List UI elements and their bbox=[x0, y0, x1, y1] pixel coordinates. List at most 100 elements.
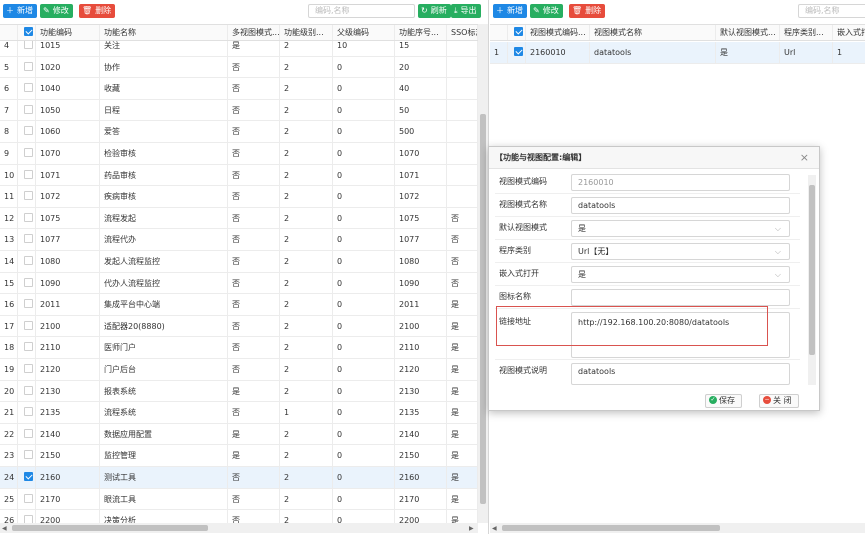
cell-code: 2120 bbox=[36, 359, 100, 380]
row-checkbox[interactable] bbox=[18, 56, 36, 78]
cell-n: 5 bbox=[0, 56, 18, 78]
cell-multi: 否 bbox=[228, 402, 280, 423]
right-horizontal-scrollbar[interactable]: ◀ bbox=[490, 523, 865, 533]
scroll-right-icon[interactable]: ▶ bbox=[469, 525, 474, 532]
cell-multi: 否 bbox=[228, 207, 280, 229]
table-row[interactable]: 19 2120 门户后台否 2 0 2120 是 bbox=[0, 359, 478, 381]
edit-button[interactable]: ✎ 修改 bbox=[40, 4, 73, 18]
row-checkbox[interactable] bbox=[18, 315, 36, 337]
default-view-select[interactable]: 是 ⌵ bbox=[571, 220, 790, 237]
view-code-field[interactable]: 2160010 bbox=[571, 174, 790, 191]
dialog-scrollbar[interactable] bbox=[808, 175, 816, 385]
delete-button[interactable]: 🗑 删除 bbox=[79, 4, 116, 18]
table-row[interactable]: 9 1070 检验审核否 2 0 1070 bbox=[0, 143, 478, 165]
table-row[interactable]: 22 2140 数据应用配置是 2 0 2140 是 bbox=[0, 423, 478, 446]
row-checkbox[interactable] bbox=[18, 445, 36, 466]
row-checkbox[interactable] bbox=[18, 272, 36, 294]
col-header[interactable]: 父级编码 bbox=[333, 25, 395, 40]
row-checkbox[interactable] bbox=[18, 143, 36, 164]
cell-n: 21 bbox=[0, 402, 18, 423]
cell-level: 2 bbox=[280, 143, 333, 164]
table-row[interactable]: 23 2150 监控管理是 2 0 2150 是 bbox=[0, 445, 478, 467]
view-name-field[interactable]: datatools bbox=[571, 197, 790, 214]
refresh-button[interactable]: ↻ 刷新 bbox=[418, 4, 451, 18]
view-delete-button[interactable]: 🗑 删除 bbox=[569, 4, 606, 18]
table-row[interactable]: 21 2135 流程系统否 1 0 2135 是 bbox=[0, 402, 478, 424]
add-button[interactable]: ＋新增 bbox=[3, 4, 37, 18]
table-row[interactable]: 12 1075 流程发起否 2 0 1075 否 bbox=[0, 207, 478, 230]
row-checkbox[interactable] bbox=[18, 164, 36, 186]
left-horizontal-scrollbar[interactable]: ◀ ▶ bbox=[0, 523, 478, 533]
col-header[interactable]: 功能编码 bbox=[36, 25, 100, 40]
row-checkbox[interactable] bbox=[18, 380, 36, 402]
col-header[interactable]: 功能序号... bbox=[395, 25, 447, 40]
col-header[interactable]: 嵌入式打... bbox=[833, 25, 865, 40]
close-button[interactable]: − 关 闭 bbox=[759, 394, 799, 408]
table-row[interactable]: 11 1072 疾病审核否 2 0 1072 bbox=[0, 186, 478, 208]
table-row[interactable]: 10 1071 药品审核否 2 0 1071 bbox=[0, 164, 478, 187]
col-header[interactable]: 默认视图模式... bbox=[716, 25, 780, 40]
row-checkbox[interactable] bbox=[18, 229, 36, 250]
table-row[interactable]: 20 2130 报表系统是 2 0 2130 是 bbox=[0, 380, 478, 403]
search-input[interactable]: 编码,名称 bbox=[308, 4, 415, 18]
row-checkbox[interactable] bbox=[18, 337, 36, 358]
row-checkbox[interactable] bbox=[18, 488, 36, 510]
row-checkbox[interactable] bbox=[18, 467, 36, 488]
table-row[interactable]: 25 2170 眼流工具否 2 0 2170 是 bbox=[0, 488, 478, 511]
row-checkbox[interactable] bbox=[18, 294, 36, 315]
row-checkbox[interactable] bbox=[18, 251, 36, 272]
table-row[interactable]: 14 1080 发起人流程监控否 2 0 1080 否 bbox=[0, 251, 478, 273]
cell-seq: 2120 bbox=[395, 359, 447, 380]
view-select-all-checkbox[interactable] bbox=[508, 25, 526, 40]
table-row[interactable]: 5 1020 协作否 2 0 20 bbox=[0, 56, 478, 79]
row-checkbox[interactable] bbox=[18, 99, 36, 121]
form-row-type: 程序类别 Url【无】 ⌵ bbox=[495, 241, 800, 263]
table-row[interactable]: 15 1090 代办人流程监控否 2 0 1090 否 bbox=[0, 272, 478, 295]
view-search-input[interactable]: 编码,名称 bbox=[798, 4, 865, 18]
cell-name: 报表系统 bbox=[100, 380, 228, 402]
table-row[interactable]: 16 2011 集成平台中心端否 2 0 2011 是 bbox=[0, 294, 478, 316]
col-header[interactable]: 程序类别... bbox=[780, 25, 833, 40]
description-field[interactable]: datatools bbox=[571, 363, 790, 385]
table-row[interactable]: 24 2160 测试工具否 2 0 2160 是 bbox=[0, 467, 478, 489]
cell-seq: 2150 bbox=[395, 445, 447, 466]
col-header[interactable]: 多视图模式... bbox=[228, 25, 280, 40]
table-row[interactable]: 13 1077 流程代办否 2 0 1077 否 bbox=[0, 229, 478, 251]
view-add-button[interactable]: ＋新增 bbox=[493, 4, 527, 18]
cell-sso: 是 bbox=[447, 402, 478, 423]
row-checkbox[interactable] bbox=[18, 423, 36, 445]
program-type-select[interactable]: Url【无】 ⌵ bbox=[571, 243, 790, 260]
row-checkbox[interactable] bbox=[18, 359, 36, 380]
scroll-left-icon[interactable]: ◀ bbox=[2, 525, 7, 532]
close-icon[interactable]: × bbox=[800, 147, 809, 169]
left-vertical-scrollbar[interactable] bbox=[478, 24, 488, 523]
table-row[interactable]: 17 2100 适配器20(8880) 否 2 0 2100 是 bbox=[0, 315, 478, 338]
cell-parent: 0 bbox=[333, 99, 395, 121]
row-checkbox[interactable] bbox=[18, 207, 36, 229]
cell-seq: 40 bbox=[395, 78, 447, 99]
embed-open-select[interactable]: 是 ⌵ bbox=[571, 266, 790, 283]
save-button[interactable]: ✓ 保存 bbox=[705, 394, 742, 408]
row-checkbox[interactable] bbox=[18, 121, 36, 142]
cell-level: 2 bbox=[280, 445, 333, 466]
table-row[interactable]: 1 2160010 datatools 是 Url 1 bbox=[490, 42, 865, 64]
scroll-left-icon[interactable]: ◀ bbox=[492, 525, 497, 532]
col-header[interactable]: 视图模式名称 bbox=[590, 25, 716, 40]
export-button[interactable]: ⤓ 导出 bbox=[451, 4, 481, 18]
table-row[interactable]: 6 1040 收藏否 2 0 40 bbox=[0, 78, 478, 100]
view-edit-button[interactable]: ✎ 修改 bbox=[530, 4, 563, 18]
table-row[interactable]: 8 1060 爱答否 2 0 500 bbox=[0, 121, 478, 143]
icon-name-field[interactable] bbox=[571, 289, 790, 306]
cell-sso: 是 bbox=[447, 423, 478, 445]
row-checkbox[interactable] bbox=[508, 42, 526, 63]
col-header[interactable]: 视图模式编码... bbox=[526, 25, 590, 40]
row-checkbox[interactable] bbox=[18, 78, 36, 99]
table-row[interactable]: 7 1050 日程否 2 0 50 bbox=[0, 99, 478, 122]
col-header[interactable]: 功能级别... bbox=[280, 25, 333, 40]
row-checkbox[interactable] bbox=[18, 402, 36, 423]
col-header[interactable]: 功能名称 bbox=[100, 25, 228, 40]
select-all-checkbox[interactable] bbox=[18, 25, 36, 40]
row-checkbox[interactable] bbox=[18, 186, 36, 207]
col-header[interactable]: SSO标志 bbox=[447, 25, 478, 40]
table-row[interactable]: 18 2110 医师门户否 2 0 2110 是 bbox=[0, 337, 478, 359]
